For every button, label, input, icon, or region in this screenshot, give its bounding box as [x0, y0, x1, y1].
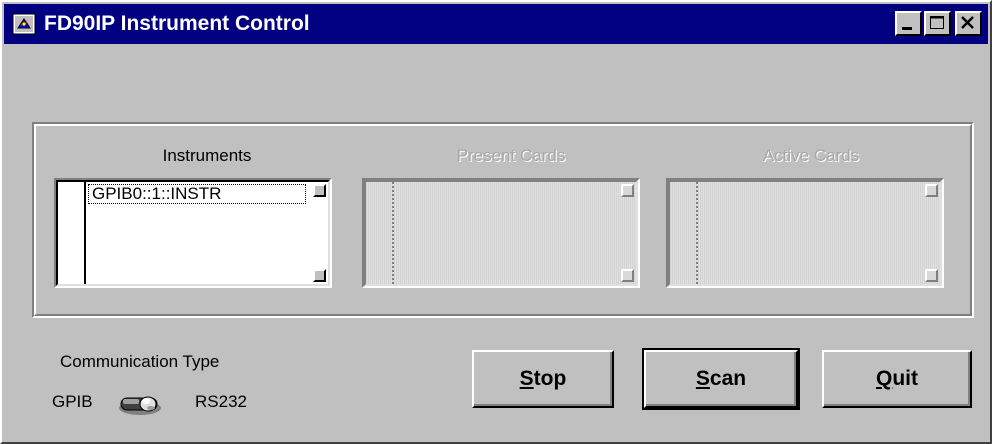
close-icon	[961, 16, 974, 29]
communication-toggle-switch[interactable]	[115, 390, 163, 418]
maximize-icon	[930, 16, 944, 29]
gpib-option-label: GPIB	[52, 392, 93, 411]
active-cards-label: Active Cards	[762, 146, 860, 165]
present-cards-listbox[interactable]	[362, 178, 640, 288]
rs232-option-label: RS232	[195, 392, 247, 411]
app-icon	[12, 13, 36, 35]
scan-label: can	[709, 367, 747, 390]
scan-button[interactable]: Scan	[642, 348, 800, 410]
stop-button[interactable]: Stop	[472, 350, 614, 408]
instruments-scrollbar[interactable]	[310, 182, 328, 284]
present-cards-list-gutter	[366, 182, 394, 284]
title-buttons	[895, 11, 982, 36]
scroll-up-button[interactable]	[313, 184, 326, 197]
instrument-list-item[interactable]: GPIB0::1::INSTR	[88, 184, 306, 204]
maximize-button[interactable]	[924, 11, 951, 36]
scroll-down-button[interactable]	[621, 269, 634, 282]
active-cards-list-gutter	[670, 182, 698, 284]
scroll-up-button[interactable]	[621, 184, 634, 197]
present-cards-label: Present Cards	[456, 146, 566, 165]
close-button[interactable]	[955, 11, 982, 36]
quit-label: uit	[892, 367, 918, 390]
active-cards-scrollbar[interactable]	[922, 182, 940, 284]
instruments-listbox[interactable]: GPIB0::1::INSTR	[54, 178, 332, 288]
title-bar[interactable]: FD90IP Instrument Control	[4, 4, 988, 44]
quit-button[interactable]: Quit	[822, 350, 972, 408]
instruments-list-gutter	[58, 182, 86, 284]
minimize-button[interactable]	[895, 11, 922, 36]
stop-mnemonic: S	[519, 367, 534, 390]
scan-mnemonic: S	[695, 367, 710, 390]
window-title: FD90IP Instrument Control	[44, 12, 310, 35]
quit-mnemonic: Q	[876, 367, 893, 390]
scroll-up-button[interactable]	[925, 184, 938, 197]
instruments-label: Instruments	[162, 146, 252, 165]
present-cards-scrollbar[interactable]	[618, 182, 636, 284]
app-window: FD90IP Instrument Control Instruments GP…	[0, 0, 992, 444]
active-cards-listbox[interactable]	[666, 178, 944, 288]
minimize-icon	[902, 27, 912, 30]
stop-label: top	[533, 367, 567, 390]
cards-group-box: Instruments GPIB0::1::INSTR Present Card…	[32, 122, 974, 318]
scroll-down-button[interactable]	[925, 269, 938, 282]
scroll-down-button[interactable]	[313, 269, 326, 282]
communication-type-label: Communication Type	[60, 352, 220, 371]
